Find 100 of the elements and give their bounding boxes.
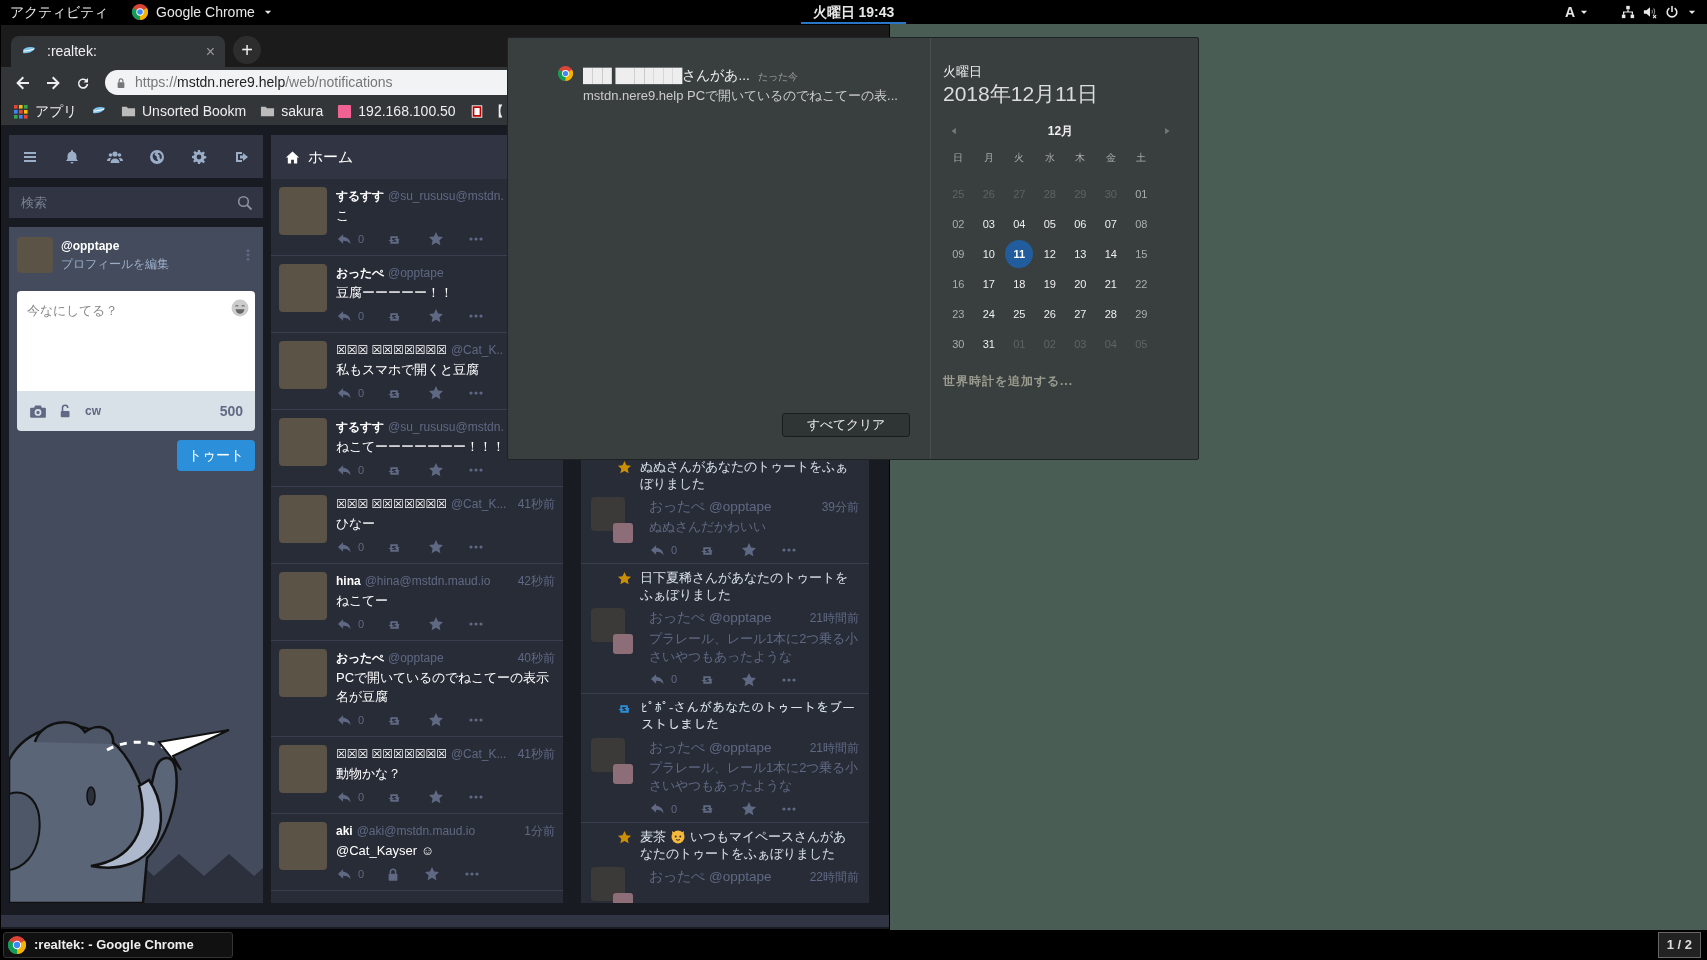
favourite-icon[interactable] xyxy=(741,542,758,559)
calendar-day[interactable]: 19 xyxy=(1035,269,1064,298)
calendar-day[interactable]: 29 xyxy=(1127,299,1156,328)
account-handle: @Cat_K... xyxy=(450,496,507,513)
favourite-icon[interactable] xyxy=(428,789,445,805)
people-icon[interactable] xyxy=(106,148,123,165)
workspace-indicator[interactable]: 1 / 2 xyxy=(1657,932,1701,958)
notification-time: たった今 xyxy=(757,70,798,84)
calendar-day[interactable]: 05 xyxy=(1035,209,1064,238)
timestamp: 22時間前 xyxy=(809,868,859,886)
favourite-icon[interactable] xyxy=(428,308,445,324)
calendar-day[interactable]: 04 xyxy=(1005,209,1034,238)
power-icon[interactable] xyxy=(1665,5,1679,19)
activities-button[interactable]: アクティビティ xyxy=(10,1,108,23)
calendar-day[interactable]: 06 xyxy=(1066,209,1095,238)
calendar-day[interactable]: 25 xyxy=(1005,299,1034,328)
settings-icon[interactable] xyxy=(191,148,208,165)
weekday-label: 日 xyxy=(953,150,964,165)
display-name: おったぺ xyxy=(649,738,705,757)
home-icon xyxy=(285,149,300,165)
calendar-day[interactable]: 12 xyxy=(1035,239,1064,268)
calendar-day[interactable]: 21 xyxy=(1096,269,1125,298)
search-input[interactable]: 検索 xyxy=(19,191,237,214)
unlock-icon[interactable] xyxy=(59,403,73,419)
globe-icon[interactable] xyxy=(149,148,166,165)
favourite-icon[interactable] xyxy=(741,800,758,817)
avatar-placeholder xyxy=(279,649,327,697)
calendar-day[interactable]: 31 xyxy=(974,329,1003,358)
forward-icon[interactable] xyxy=(45,74,61,91)
camera-icon[interactable] xyxy=(29,402,47,420)
calendar-day[interactable]: 30 xyxy=(944,329,973,358)
app-logo-icon xyxy=(8,936,26,954)
calendar-day[interactable]: 20 xyxy=(1066,269,1095,298)
favourite-icon[interactable] xyxy=(428,712,445,728)
add-world-clock-link[interactable]: 世界時計を追加する... xyxy=(943,371,1178,390)
calendar-day[interactable]: 27 xyxy=(1066,299,1095,328)
calendar-day[interactable]: 28 xyxy=(1096,299,1125,328)
horizontal-scrollbar[interactable] xyxy=(1,915,889,927)
display-name: するすす xyxy=(336,188,384,205)
calendar-day[interactable]: 03 xyxy=(974,209,1003,238)
avatar-placeholder xyxy=(279,341,327,389)
calendar-day[interactable]: 22 xyxy=(1127,269,1156,298)
volume-muted-icon[interactable] xyxy=(1643,5,1657,19)
calendar-day[interactable]: 26 xyxy=(1035,299,1064,328)
reply-count: 0 xyxy=(671,801,678,817)
favourite-icon[interactable] xyxy=(428,462,445,478)
reply-count: 0 xyxy=(358,616,365,632)
notification-message: いつもマイペースさんがあ xyxy=(690,827,846,845)
apps-grid-icon[interactable] xyxy=(13,103,29,120)
display-name: おったぺ xyxy=(336,265,384,282)
favourite-icon[interactable] xyxy=(424,866,441,882)
reply-count: 0 xyxy=(358,539,365,555)
bookmark-link[interactable]: アプリ xyxy=(35,101,77,122)
network-icon[interactable] xyxy=(1621,5,1635,19)
tab-close-button[interactable]: × xyxy=(205,39,215,64)
clear-all-button[interactable]: すべてクリア xyxy=(782,413,910,437)
bookmark-link[interactable]: Unsorted Bookm xyxy=(142,101,247,122)
bookmark-link[interactable]: 192.168.100.50 xyxy=(358,101,456,122)
calendar-day[interactable]: 23 xyxy=(944,299,973,328)
account-handle: @opptape xyxy=(388,650,444,667)
calendar-day[interactable]: 17 xyxy=(974,269,1003,298)
account-handle: @opptape xyxy=(709,609,772,628)
back-icon[interactable] xyxy=(15,74,31,91)
calendar-day[interactable]: 02 xyxy=(944,209,973,238)
favourite-icon[interactable] xyxy=(428,385,445,401)
clock-button[interactable]: 火曜日 19:43 xyxy=(800,0,907,24)
account-handle: @opptape xyxy=(709,498,772,516)
favourite-icon[interactable] xyxy=(741,671,758,688)
input-method-button[interactable]: A xyxy=(1564,1,1575,23)
calendar-day[interactable]: 13 xyxy=(1066,239,1095,268)
calendar-day[interactable]: 09 xyxy=(944,239,973,268)
compose-field[interactable]: 今なにしてる？ xyxy=(17,291,255,391)
calendar-day[interactable]: 08 xyxy=(1127,209,1156,238)
calendar-day[interactable]: 15 xyxy=(1127,239,1156,268)
bookmark-link[interactable]: 【 xyxy=(489,101,504,122)
search-field[interactable]: 検索 xyxy=(9,187,263,218)
new-tab-button[interactable]: + xyxy=(233,36,261,64)
app-menu-button[interactable]: Google Chrome xyxy=(156,1,255,23)
app-logo-icon xyxy=(558,66,573,81)
calendar-day[interactable]: 11 xyxy=(1005,239,1034,268)
cw-toggle[interactable]: cw xyxy=(85,402,101,420)
bookmark-link[interactable]: sakura xyxy=(281,101,324,122)
calendar-day[interactable]: 10 xyxy=(974,239,1003,268)
taskbar-window-button[interactable]: :realtek: - Google Chrome xyxy=(3,932,233,958)
search-icon[interactable] xyxy=(237,194,253,211)
favourite-icon[interactable] xyxy=(428,539,445,555)
calendar-day[interactable]: 07 xyxy=(1096,209,1125,238)
emoji-icon[interactable] xyxy=(231,299,249,317)
calendar-day[interactable]: 01 xyxy=(1127,179,1156,208)
calendar-day[interactable]: 14 xyxy=(1096,239,1125,268)
favourite-icon[interactable] xyxy=(428,231,445,247)
calendar-day[interactable]: 16 xyxy=(944,269,973,298)
timestamp: 41秒前 xyxy=(517,496,555,513)
notifications-icon[interactable] xyxy=(64,148,81,165)
calendar-day[interactable]: 24 xyxy=(974,299,1003,328)
display-name: おったぺ xyxy=(649,867,705,886)
calendar-day[interactable]: 18 xyxy=(1005,269,1034,298)
browser-tab[interactable]: :realtek: × xyxy=(11,36,225,67)
edit-profile-link[interactable]: プロフィールを編集 xyxy=(61,255,233,273)
favourite-icon[interactable] xyxy=(428,616,445,632)
